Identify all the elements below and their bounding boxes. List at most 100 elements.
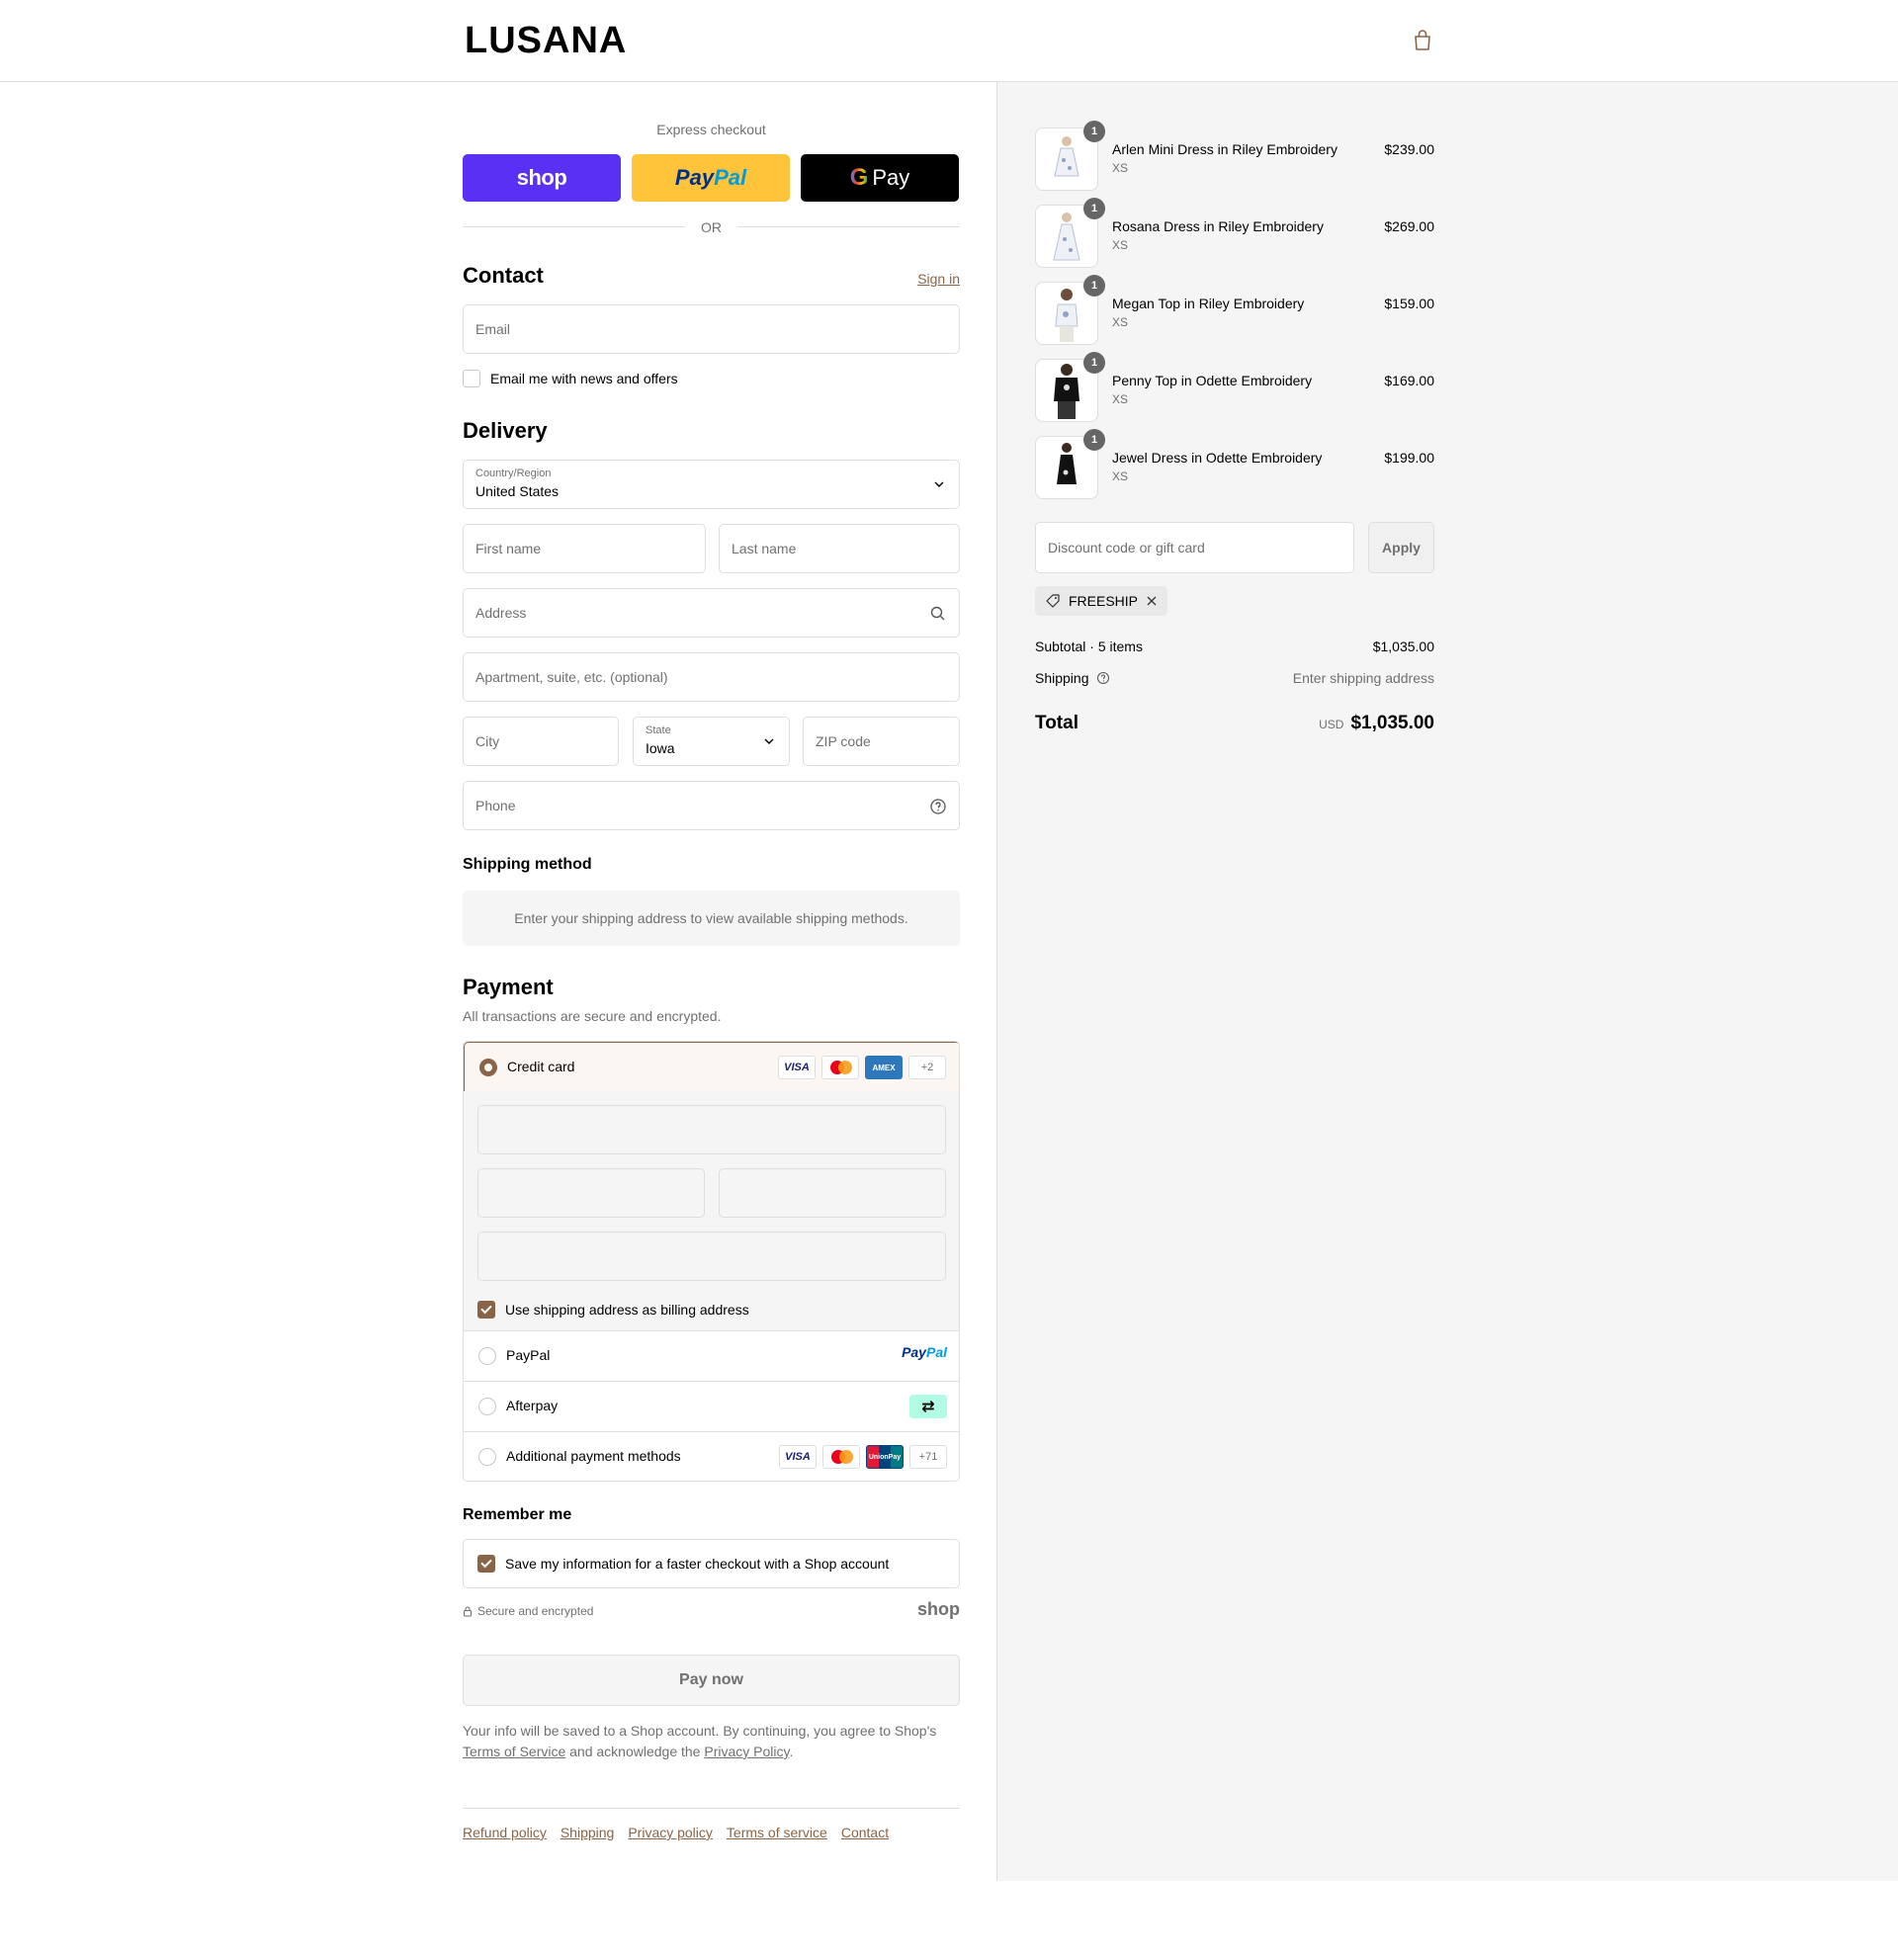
subtotal-label: Subtotal · 5 items <box>1035 639 1143 654</box>
news-checkbox-row[interactable]: Email me with news and offers <box>463 370 678 387</box>
save-info-label: Save my information for a faster checkou… <box>505 1556 890 1572</box>
product-name: Rosana Dress in Riley Embroidery <box>1112 218 1324 234</box>
footer-link-terms-of-service[interactable]: Terms of service <box>727 1825 827 1840</box>
address-field[interactable]: Address <box>463 588 960 638</box>
store-logo[interactable]: LUSANA <box>465 20 627 62</box>
discount-code-field[interactable]: Discount code or gift card <box>1035 522 1354 573</box>
country-value: United States <box>475 483 560 499</box>
discount-tag: FREESHIP <box>1035 586 1168 616</box>
shop-pay-button[interactable]: shop <box>463 154 621 202</box>
line-item: 1 Penny Top in Odette Embroidery XS $169… <box>1035 352 1434 422</box>
secure-label: Secure and encrypted <box>477 1604 594 1618</box>
more-cards-badge: +2 <box>908 1056 946 1079</box>
total-currency: USD <box>1319 718 1344 731</box>
chevron-down-icon <box>764 738 774 744</box>
close-icon[interactable] <box>1146 595 1158 607</box>
afterpay-radio[interactable] <box>478 1398 496 1415</box>
footer-links: Refund policy Shipping Privacy policy Te… <box>463 1825 889 1840</box>
express-checkout-buttons: shop Pay Pal G Pay <box>463 154 960 202</box>
product-name: Penny Top in Odette Embroidery <box>1112 373 1313 388</box>
remember-me-heading: Remember me <box>463 1506 572 1523</box>
shipping-row: Shipping Enter shipping address <box>1035 670 1434 686</box>
first-name-placeholder: First name <box>475 541 542 556</box>
footer-link-refund-policy[interactable]: Refund policy <box>463 1825 547 1840</box>
paypal-radio[interactable] <box>478 1347 496 1365</box>
additional-payment-option[interactable]: Additional payment methods VISA UnionPay… <box>464 1432 959 1481</box>
city-field[interactable]: City <box>463 717 619 766</box>
google-pay-label: Pay <box>872 165 910 190</box>
paypal-logo-icon: PayPal <box>902 1344 947 1360</box>
afterpay-label: Afterpay <box>506 1398 559 1413</box>
card-number-field[interactable] <box>477 1105 946 1154</box>
payment-heading: Payment <box>463 975 554 999</box>
shop-logo: shop <box>917 1599 960 1619</box>
google-pay-button[interactable]: G Pay <box>801 154 959 202</box>
delivery-heading: Delivery <box>463 418 548 443</box>
card-details-area: Use shipping address as billing address <box>464 1091 959 1331</box>
footer-link-contact[interactable]: Contact <box>841 1825 889 1840</box>
product-name: Arlen Mini Dress in Riley Embroidery <box>1112 141 1337 157</box>
shop-pay-label: shop <box>516 165 567 190</box>
additional-payment-radio[interactable] <box>478 1448 496 1466</box>
sign-in-link[interactable]: Sign in <box>917 271 960 287</box>
legal-text-end: . <box>789 1744 794 1759</box>
billing-checkbox[interactable] <box>477 1301 495 1319</box>
product-variant: XS <box>1112 469 1129 483</box>
visa-icon: VISA <box>778 1056 816 1079</box>
afterpay-option[interactable]: Afterpay ⇄ <box>464 1382 959 1432</box>
card-cvv-field[interactable] <box>719 1168 946 1218</box>
state-select[interactable]: State Iowa <box>633 717 790 766</box>
paypal-button[interactable]: Pay Pal <box>632 154 790 202</box>
news-checkbox[interactable] <box>463 370 480 387</box>
google-g-icon: G <box>849 164 869 191</box>
tag-icon <box>1046 594 1060 608</box>
quantity-badge: 1 <box>1083 198 1105 219</box>
privacy-policy-link[interactable]: Privacy Policy <box>704 1744 789 1759</box>
amex-icon: AMEX <box>865 1056 903 1079</box>
save-info-checkbox[interactable] <box>477 1555 495 1573</box>
first-name-field[interactable]: First name <box>463 524 706 573</box>
remember-me-box: Save my information for a faster checkou… <box>463 1539 960 1588</box>
credit-card-label: Credit card <box>507 1059 575 1074</box>
card-name-field[interactable] <box>477 1232 946 1281</box>
billing-checkbox-row[interactable]: Use shipping address as billing address <box>477 1301 749 1319</box>
help-icon[interactable] <box>929 798 947 815</box>
address-placeholder: Address <box>475 605 527 621</box>
phone-field[interactable]: Phone <box>463 781 960 830</box>
product-name: Megan Top in Riley Embroidery <box>1112 296 1305 311</box>
apartment-field[interactable]: Apartment, suite, etc. (optional) <box>463 652 960 702</box>
search-icon[interactable] <box>929 605 947 623</box>
shipping-label: Shipping <box>1035 670 1089 686</box>
last-name-field[interactable]: Last name <box>719 524 960 573</box>
product-price: $239.00 <box>1384 141 1434 157</box>
credit-card-radio[interactable] <box>479 1059 497 1076</box>
footer-link-privacy-policy[interactable]: Privacy policy <box>628 1825 713 1840</box>
paypal-option[interactable]: PayPal PayPal <box>464 1331 959 1382</box>
cart-icon[interactable] <box>1410 28 1435 53</box>
terms-of-service-link[interactable]: Terms of Service <box>463 1744 565 1759</box>
pay-now-button[interactable]: Pay now <box>463 1655 960 1706</box>
last-name-placeholder: Last name <box>732 541 797 556</box>
email-placeholder: Email <box>475 321 511 337</box>
help-icon[interactable] <box>1096 671 1110 685</box>
product-variant: XS <box>1112 161 1129 175</box>
payment-subtitle: All transactions are secure and encrypte… <box>463 1008 722 1024</box>
zip-field[interactable]: ZIP code <box>803 717 960 766</box>
mastercard-icon <box>822 1445 860 1469</box>
card-expiry-field[interactable] <box>477 1168 705 1218</box>
country-select[interactable]: Country/Region United States <box>463 460 960 509</box>
quantity-badge: 1 <box>1083 121 1105 142</box>
apply-discount-button[interactable]: Apply <box>1368 522 1434 573</box>
total-row: Total USD $1,035.00 <box>1035 713 1434 734</box>
credit-card-option[interactable]: Credit card VISA AMEX +2 <box>464 1042 959 1092</box>
save-info-checkbox-row[interactable]: Save my information for a faster checkou… <box>477 1555 889 1573</box>
header: LUSANA <box>0 0 1898 82</box>
shipping-method-heading: Shipping method <box>463 856 592 873</box>
card-logos: VISA AMEX +2 <box>778 1056 946 1079</box>
email-field[interactable]: Email <box>463 304 960 354</box>
more-methods-badge: +71 <box>909 1445 947 1469</box>
footer-link-shipping[interactable]: Shipping <box>561 1825 615 1840</box>
discount-code-label: FREESHIP <box>1069 593 1139 609</box>
product-thumbnail: 1 <box>1035 121 1105 191</box>
product-variant: XS <box>1112 315 1129 329</box>
